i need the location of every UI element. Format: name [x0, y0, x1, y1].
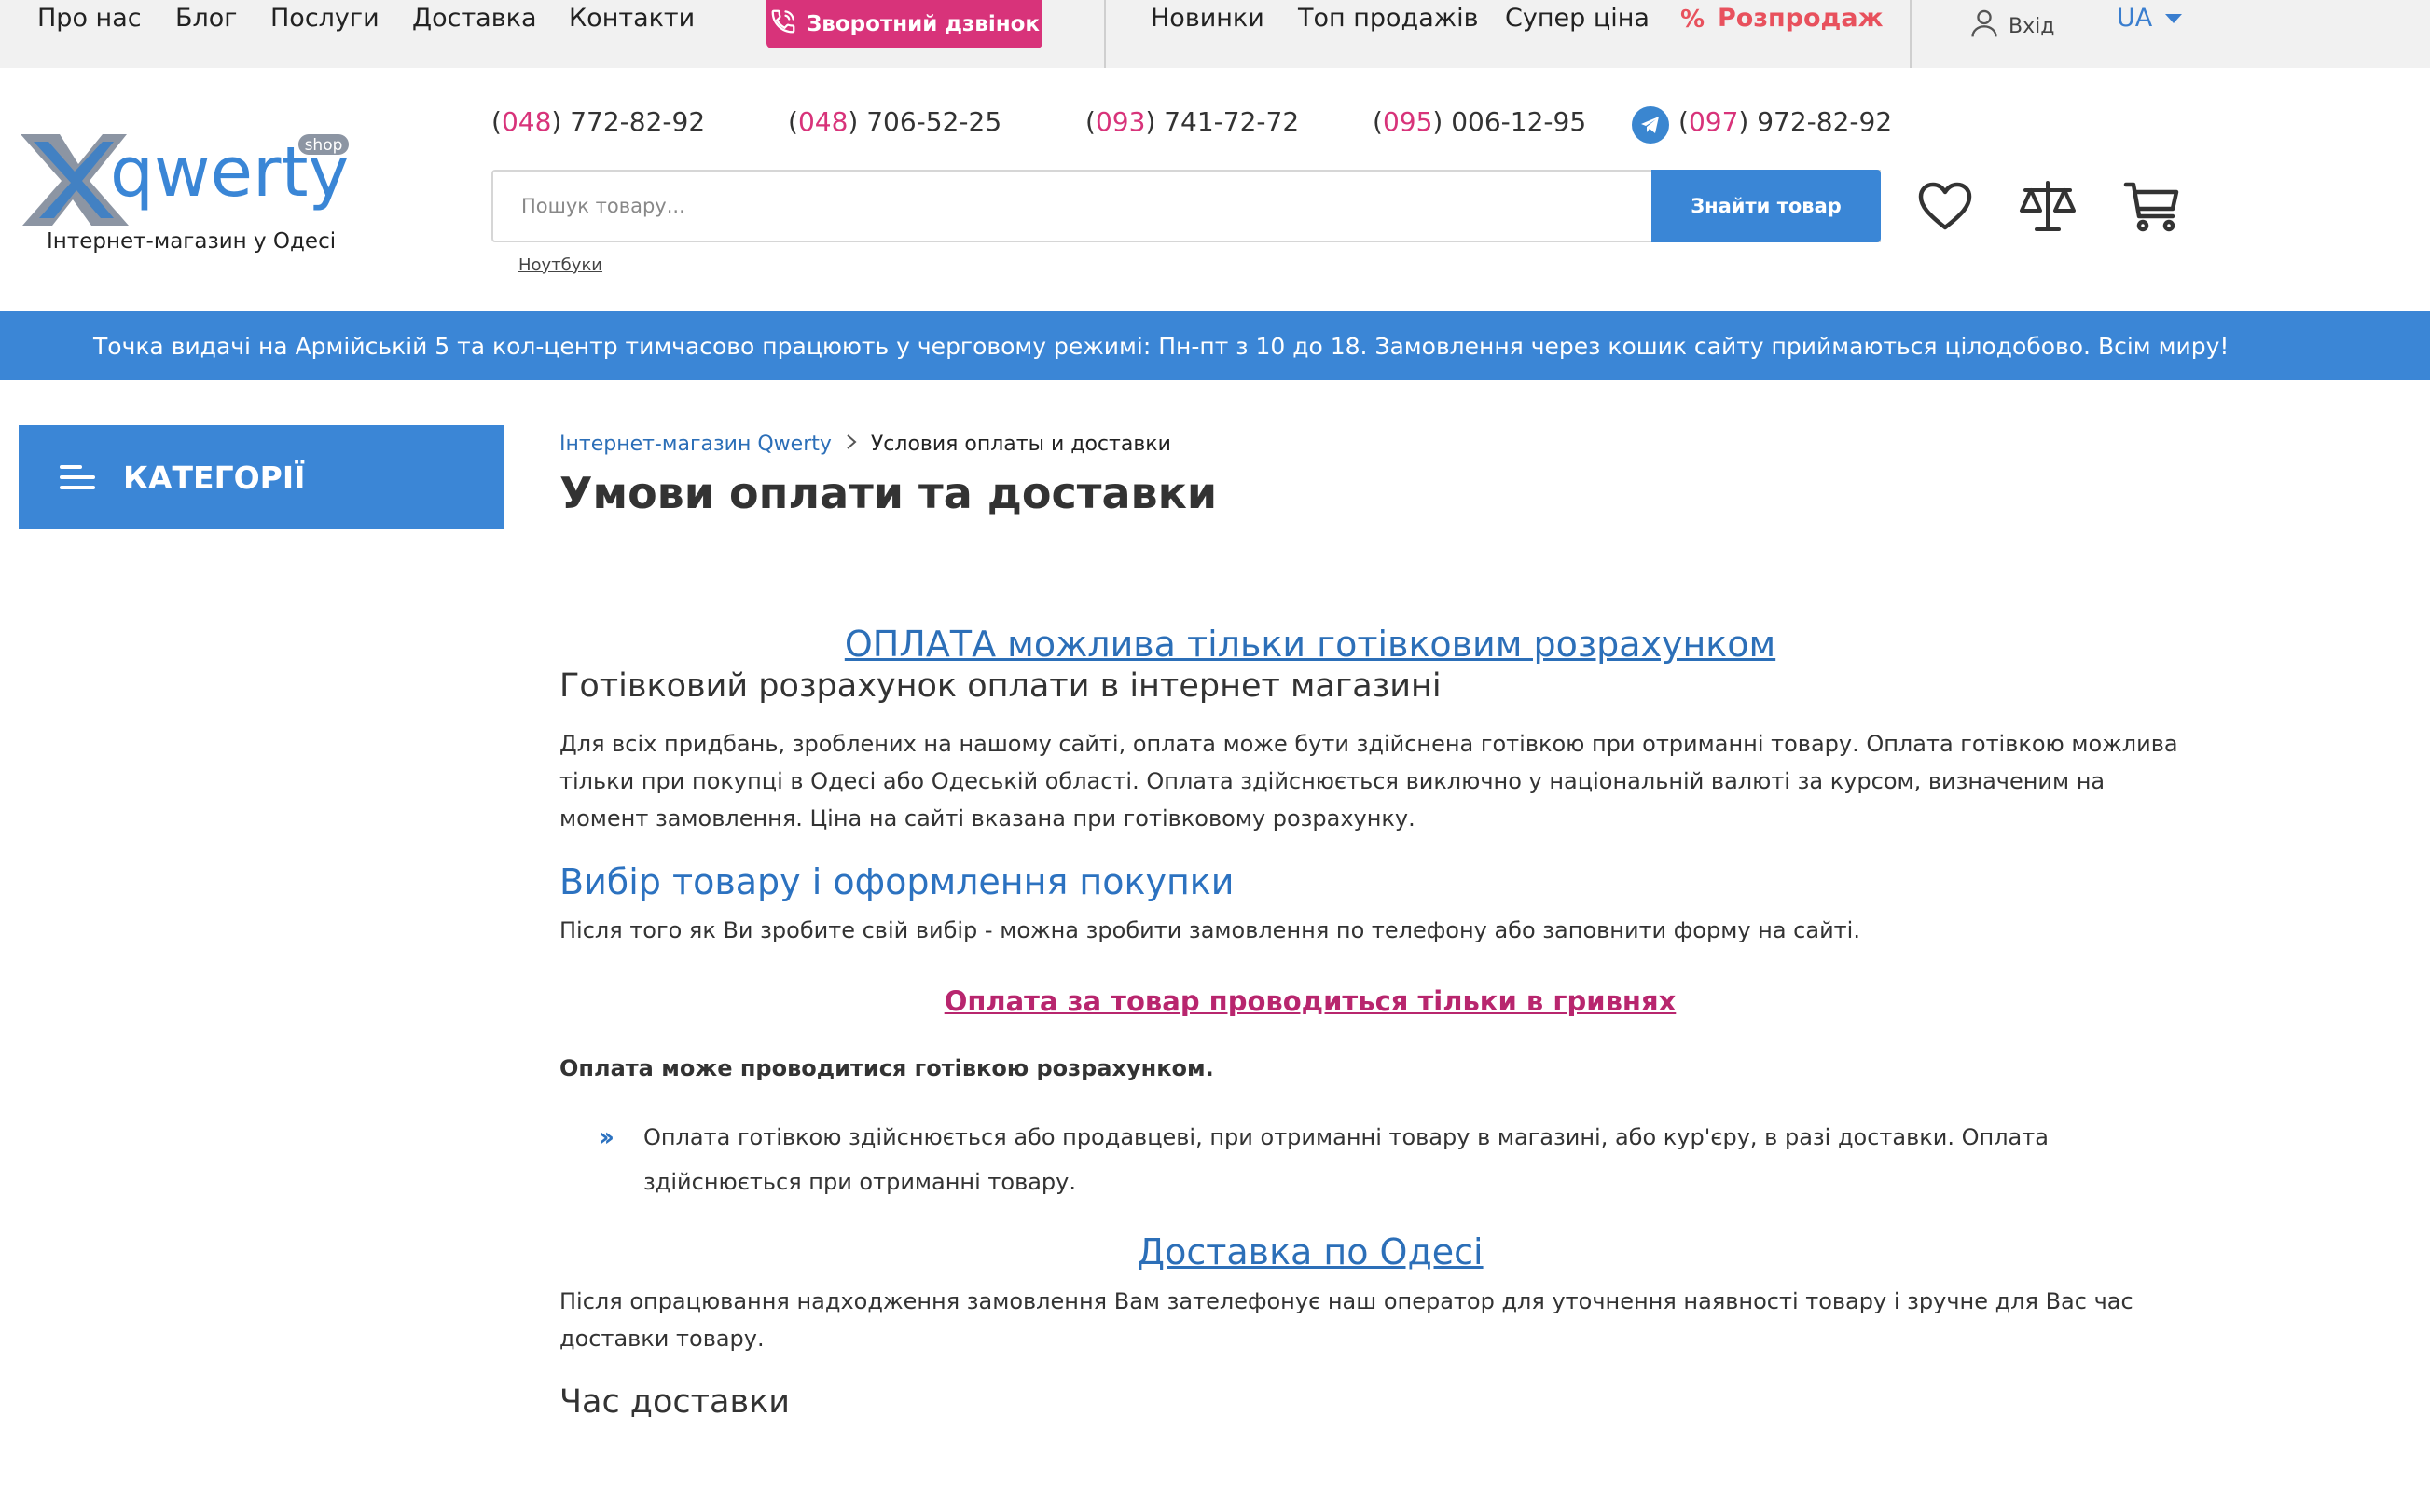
scales-icon[interactable] — [2018, 177, 2078, 237]
divider — [1910, 0, 1912, 68]
heading-delivery-time: Час доставки — [559, 1383, 791, 1421]
heading-cash-payment: Готівковий розрахунок оплати в інтернет … — [559, 667, 1442, 705]
list-item: ›› Оплата готівкою здійснюється або прод… — [559, 1115, 2182, 1204]
phone-link-3[interactable]: (093) 741-72-72 — [1085, 106, 1299, 137]
menu-icon — [60, 465, 95, 489]
breadcrumb-home-link[interactable]: Інтернет-магазин Qwerty — [559, 433, 832, 456]
language-select[interactable]: UA — [2117, 4, 2183, 33]
double-chevron-icon: ›› — [599, 1121, 614, 1152]
content-area: ОПЛАТА можлива тільки готівковим розраху… — [559, 615, 2182, 1421]
user-icon — [1969, 7, 1999, 45]
phone-link-4[interactable]: (095) 006-12-95 — [1373, 106, 1586, 137]
login-link[interactable]: Вхід — [1969, 7, 2054, 45]
heading-payment-link[interactable]: ОПЛАТА можлива тільки готівковим розраху… — [845, 615, 1775, 673]
announcement-banner: Точка видачі на Армійській 5 та кол-цент… — [0, 311, 2430, 380]
nav-link-new[interactable]: Новинки — [1151, 4, 1264, 33]
search-hint-link[interactable]: Ноутбуки — [518, 255, 602, 275]
categories-button[interactable]: КАТЕГОРІЇ — [19, 425, 504, 529]
svg-text:shop: shop — [305, 136, 343, 155]
nav-link-delivery[interactable]: Доставка — [412, 4, 537, 33]
site-logo[interactable]: qwerty shop — [17, 129, 352, 231]
heading-uah-link[interactable]: Оплата за товар проводиться тільки в гри… — [945, 981, 1677, 1022]
phone-link-5[interactable]: (097) 972-82-92 — [1678, 106, 1892, 137]
heart-icon[interactable] — [1915, 177, 1975, 237]
divider — [1104, 0, 1106, 68]
language-label: UA — [2117, 4, 2153, 33]
page-title: Умови оплати та доставки — [559, 468, 1218, 518]
telegram-icon[interactable] — [1632, 106, 1669, 144]
nav-link-super-price[interactable]: Супер ціна — [1505, 4, 1650, 33]
paragraph-delivery: Після опрацювання надходження замовлення… — [559, 1288, 2133, 1352]
phone-link-1[interactable]: (048) 772-82-92 — [491, 106, 705, 137]
nav-link-services[interactable]: Послуги — [270, 4, 380, 33]
bold-cash-note: Оплата може проводитися готівкою розраху… — [559, 1055, 1214, 1081]
chevron-down-icon — [2165, 13, 2183, 23]
breadcrumb-current: Условия оплаты и доставки — [870, 433, 1171, 456]
cart-icon[interactable] — [2122, 177, 2182, 237]
search-button[interactable]: Знайти товар — [1651, 170, 1881, 242]
phone-call-icon — [769, 7, 797, 41]
nav-link-contacts[interactable]: Контакти — [569, 4, 695, 33]
categories-label: КАТЕГОРІЇ — [123, 459, 306, 496]
nav-link-about[interactable]: Про нас — [37, 4, 142, 33]
paragraph-cash: Для всіх придбань, зроблених на нашому с… — [559, 731, 2178, 832]
heading-choice: Вибір товару і оформлення покупки — [559, 861, 1235, 902]
callback-button[interactable]: Зворотний дзвінок — [766, 0, 1042, 48]
chevron-right-icon — [845, 433, 858, 456]
nav-link-blog[interactable]: Блог — [175, 4, 238, 33]
nav-link-sale[interactable]: Розпродаж — [1718, 4, 1883, 33]
callback-label: Зворотний дзвінок — [806, 12, 1041, 36]
phone-link-2[interactable]: (048) 706-52-25 — [788, 106, 1001, 137]
login-label: Вхід — [2009, 14, 2055, 38]
paragraph-choice: Після того як Ви зробите свій вибір - мо… — [559, 917, 1860, 943]
percent-icon: % — [1680, 6, 1705, 34]
list-item-text: Оплата готівкою здійснюється або продавц… — [643, 1124, 2049, 1195]
heading-delivery-link[interactable]: Доставка по Одесі — [1137, 1223, 1483, 1281]
breadcrumb: Інтернет-магазин Qwerty Условия оплаты и… — [559, 433, 1171, 456]
logo-tagline: Інтернет-магазин у Одесі — [47, 229, 337, 254]
nav-link-top-sales[interactable]: Топ продажів — [1298, 4, 1479, 33]
announcement-text: Точка видачі на Армійській 5 та кол-цент… — [93, 332, 2230, 360]
top-bar: Про нас Блог Послуги Доставка Контакти З… — [0, 0, 2430, 68]
